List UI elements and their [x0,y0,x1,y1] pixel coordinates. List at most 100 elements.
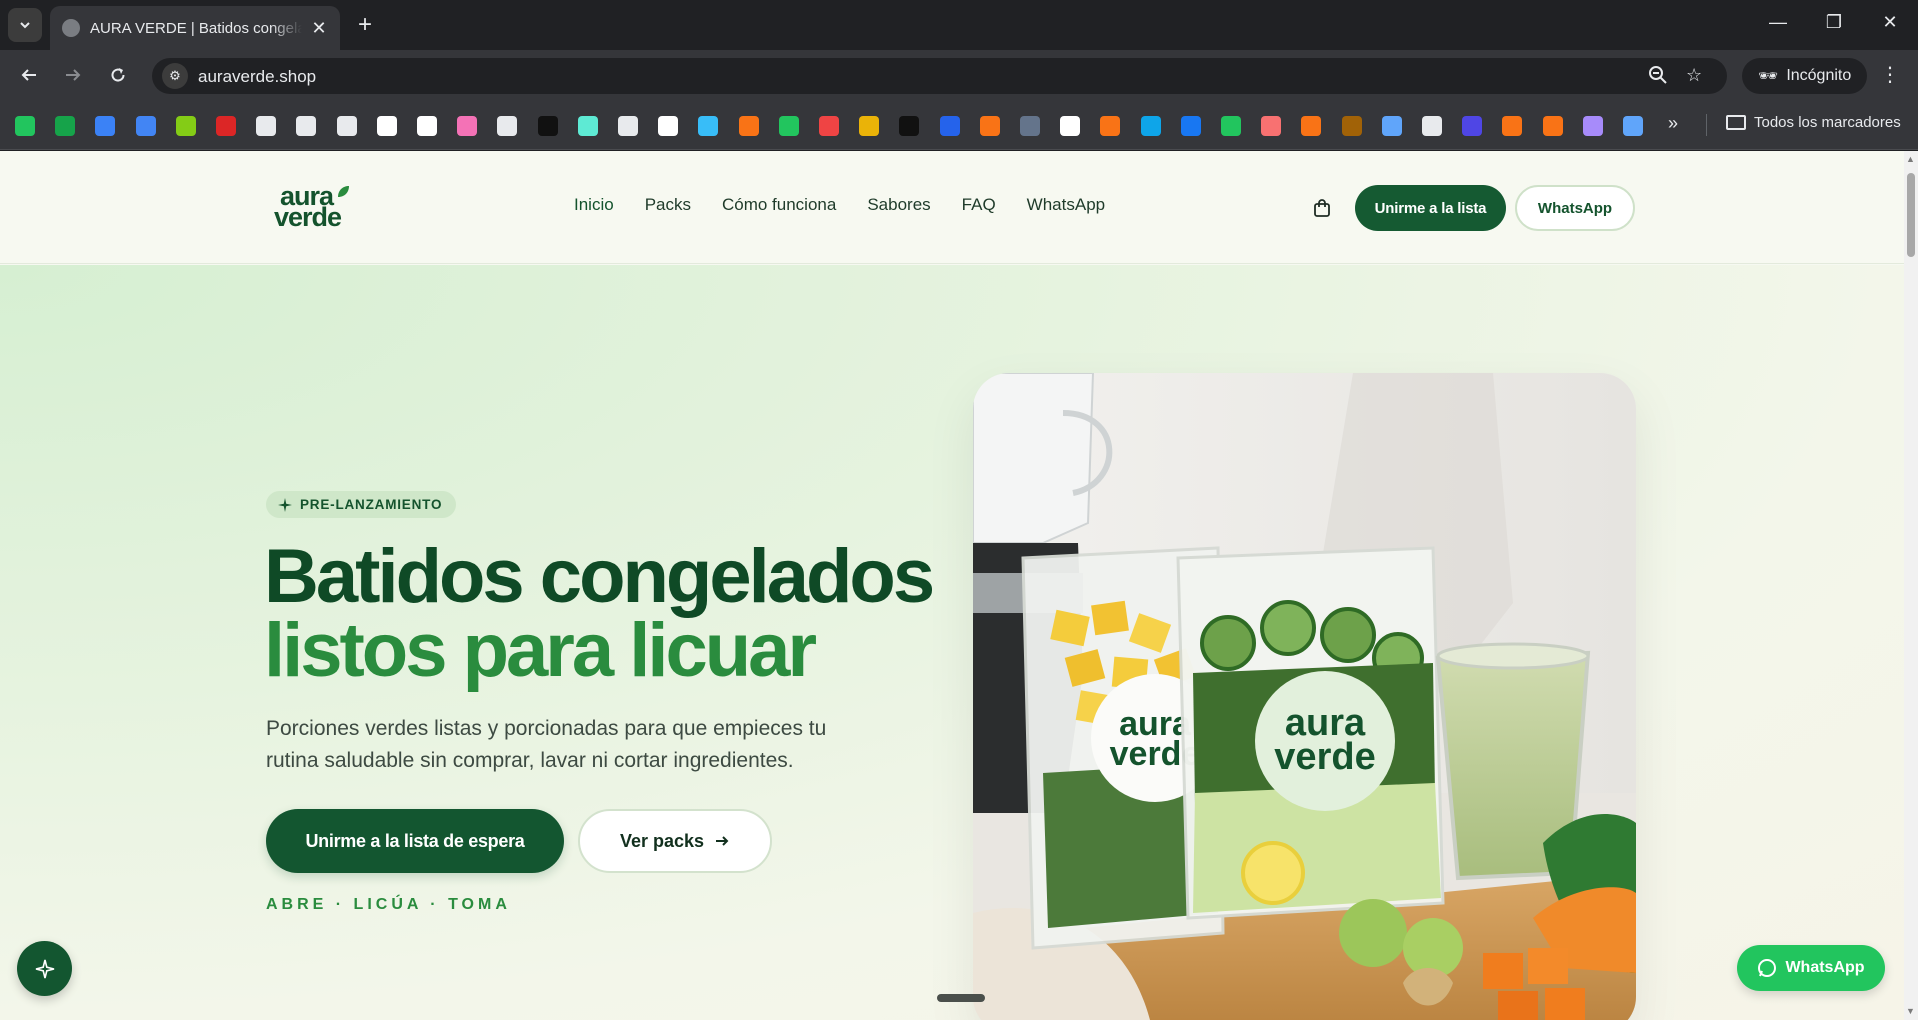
bookmark-favicon-icon[interactable] [135,116,156,136]
leaf-icon [338,186,349,197]
bookmark-favicon-icon[interactable] [618,116,638,136]
smoothie-bags-illustration: aura verde aura verde [973,373,1636,1020]
bookmark-favicon-icon[interactable] [497,116,518,136]
nav-whatsapp[interactable]: WhatsApp [1027,195,1105,215]
close-tab-icon[interactable]: ✕ [310,18,328,39]
zoom-icon[interactable] [1648,65,1668,90]
bookmark-favicon-icon[interactable] [1100,116,1121,136]
browser-tab-active[interactable]: AURA VERDE | Batidos congelados ✕ [50,6,340,50]
bookmark-favicon-icon[interactable] [175,116,196,136]
bookmark-favicon-icon[interactable] [1502,116,1523,136]
minimize-button[interactable]: — [1758,12,1798,33]
incognito-badge[interactable]: 🕶 Incógnito [1742,58,1868,94]
badge-label: PRE-LANZAMIENTO [300,497,443,512]
bookmark-favicon-icon[interactable] [95,116,116,136]
nav-como-funciona[interactable]: Cómo funciona [722,195,836,215]
bookmark-favicon-icon[interactable] [819,116,839,136]
bookmark-favicon-icon[interactable] [1301,116,1322,136]
bookmark-favicon-icon[interactable] [1582,116,1603,136]
page-scrollbar[interactable]: ▲ ▼ [1904,151,1918,1020]
header-whatsapp-button[interactable]: WhatsApp [1515,185,1635,231]
page-viewport: aura verde Inicio Packs Cómo funciona Sa… [0,151,1904,1020]
bookmark-favicon-icon[interactable] [1140,116,1161,136]
bookmark-favicon-icon[interactable] [778,116,799,136]
more-menu-icon[interactable]: ⋮ [1880,62,1900,87]
folder-icon [1726,115,1746,130]
scrollbar-thumb[interactable] [1907,173,1915,257]
nav-inicio[interactable]: Inicio [574,195,614,215]
restore-button[interactable]: ❐ [1814,12,1854,33]
header-join-button[interactable]: Unirme a la lista [1355,185,1506,231]
reload-button[interactable] [103,60,133,90]
bookmark-favicon-icon[interactable] [216,116,236,136]
bookmark-favicon-icon[interactable] [1261,116,1282,136]
bookmark-favicon-icon[interactable] [1180,116,1201,136]
hero-subtitle: Porciones verdes listas y porcionadas pa… [266,717,827,772]
bookmarks-separator [1706,114,1707,136]
scroll-down-icon[interactable]: ▼ [1906,1006,1915,1016]
nav-packs[interactable]: Packs [645,195,691,215]
scroll-indicator [937,994,985,1002]
scroll-up-icon[interactable]: ▲ [1906,154,1915,164]
bookmark-favicon-icon[interactable] [979,116,1000,136]
site-logo[interactable]: aura verde [274,183,354,232]
assistant-fab[interactable] [17,941,72,996]
bookmark-favicon-icon[interactable] [256,116,277,136]
star-icon[interactable]: ☆ [1686,65,1702,86]
globe-icon [62,19,80,37]
address-bar[interactable]: ⚙ auraverde.shop ☆ [152,58,1727,94]
bookmark-favicon-icon[interactable] [417,116,437,136]
bookmark-favicon-icon[interactable] [457,116,478,136]
bookmark-favicon-icon[interactable] [376,116,397,136]
main-nav: Inicio Packs Cómo funciona Sabores FAQ W… [574,195,1105,215]
bookmarks-bar: » Todos los marcadores [0,100,1918,150]
bookmark-favicon-icon[interactable] [1060,116,1081,136]
bookmark-favicon-icon[interactable] [859,116,880,136]
bookmark-favicon-icon[interactable] [1542,116,1563,136]
cart-button[interactable] [1308,194,1336,222]
bookmark-favicon-icon[interactable] [336,116,357,136]
tab-search-button[interactable] [8,8,42,42]
bookmark-favicon-icon[interactable] [1462,116,1483,136]
bookmark-favicon-icon[interactable] [537,116,558,136]
arrow-right-icon [66,69,81,81]
bookmark-favicon-icon[interactable] [1422,116,1442,136]
site-header: aura verde Inicio Packs Cómo funciona Sa… [0,151,1904,264]
whatsapp-icon [1758,959,1777,977]
all-bookmarks-folder[interactable]: Todos los marcadores [1726,114,1901,131]
floating-whatsapp-label: WhatsApp [1785,959,1865,976]
bookmark-favicon-icon[interactable] [738,116,759,136]
prelaunch-badge: PRE-LANZAMIENTO [266,491,457,518]
back-button[interactable] [14,60,44,90]
close-window-button[interactable]: ✕ [1870,12,1910,33]
bookmark-favicon-icon[interactable] [296,116,317,136]
nav-faq[interactable]: FAQ [962,195,996,215]
bookmark-favicon-icon[interactable] [1221,116,1241,136]
bookmark-favicon-icon[interactable] [939,116,960,136]
bookmark-favicon-icon[interactable] [1381,116,1402,136]
bag-label-bottom-2: verde [1274,736,1375,778]
tab-title: AURA VERDE | Batidos congelados [90,19,302,37]
nav-sabores[interactable]: Sabores [867,195,930,215]
bookmark-favicon-icon[interactable] [899,116,920,136]
more-bookmarks-icon[interactable]: » [1668,113,1678,134]
view-packs-button[interactable]: Ver packs [578,809,772,873]
incognito-icon: 🕶 [1758,68,1779,85]
chevron-down-icon [20,22,30,29]
forward-button[interactable] [58,60,88,90]
bookmark-favicon-icon[interactable] [577,116,598,136]
bookmark-favicon-icon[interactable] [55,116,76,136]
new-tab-button[interactable]: + [352,12,378,38]
bookmark-favicon-icon[interactable] [1623,116,1643,136]
floating-whatsapp-button[interactable]: WhatsApp [1737,945,1885,991]
site-info-icon[interactable]: ⚙ [162,63,188,89]
shopping-bag-icon [1314,199,1330,217]
bookmark-favicon-icon[interactable] [1341,116,1362,136]
join-waitlist-button[interactable]: Unirme a la lista de espera [266,809,564,873]
bookmark-favicon-icon[interactable] [15,116,35,136]
view-packs-label: Ver packs [619,830,705,851]
bookmark-favicon-icon[interactable] [698,116,719,136]
bookmark-favicon-icon[interactable] [658,116,679,136]
bookmark-favicon-icon[interactable] [1020,116,1040,136]
logo-text-bottom: verde [274,202,342,232]
